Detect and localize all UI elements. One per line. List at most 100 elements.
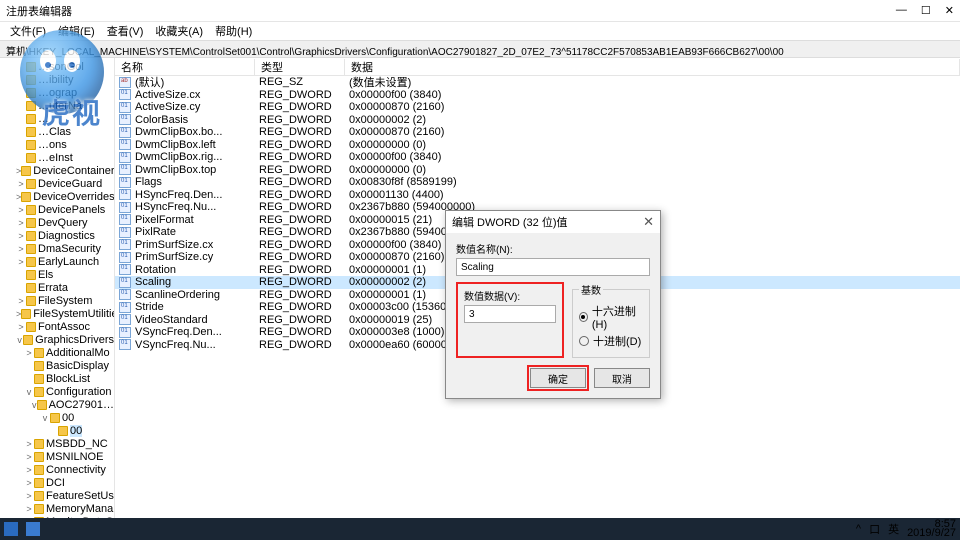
tree-item[interactable]: …uterNa (0, 99, 114, 112)
tree-item[interactable]: >DCI (0, 476, 114, 489)
tray-clock[interactable]: 8:57 2019/9/27 (907, 520, 956, 538)
tree-item[interactable]: >DeviceGuard (0, 177, 114, 190)
value-row[interactable]: DwmClipBox.rig...REG_DWORD0x00000f00 (38… (115, 151, 960, 164)
tree-item[interactable]: >DevicePanels (0, 203, 114, 216)
tree-item[interactable]: >DmaSecurity (0, 242, 114, 255)
tree-item[interactable]: …ibility (0, 73, 114, 86)
value-row[interactable]: ActiveSize.cxREG_DWORD0x00000f00 (3840) (115, 89, 960, 102)
tree-label: Diagnostics (38, 230, 95, 242)
tree-label: …uterNa (38, 100, 82, 112)
menu-file[interactable]: 文件(F) (6, 23, 50, 39)
tree-item[interactable]: >MSNILNOE (0, 450, 114, 463)
close-button[interactable]: ✕ (945, 4, 954, 17)
tree-item[interactable]: BlockList (0, 372, 114, 385)
tree-item[interactable]: >FeatureSetUs (0, 489, 114, 502)
folder-icon (26, 205, 36, 215)
value-type-icon (119, 102, 131, 113)
menu-edit[interactable]: 编辑(E) (54, 23, 99, 39)
folder-icon (21, 309, 31, 319)
key-tree[interactable]: …sonGol…ibility…ograp…uterNa……Clas…ons…e… (0, 58, 115, 518)
tree-item[interactable]: v00 (0, 411, 114, 424)
taskbar[interactable]: ^ 口 英 8:57 2019/9/27 (0, 518, 960, 540)
value-type-icon (119, 314, 131, 325)
value-type: REG_DWORD (259, 189, 349, 201)
tree-label: Errata (38, 282, 68, 294)
tree-item[interactable]: …Clas (0, 125, 114, 138)
tree-item[interactable]: >FileSystemUtilitie (0, 307, 114, 320)
menu-favorites[interactable]: 收藏夹(A) (151, 23, 207, 39)
start-button[interactable] (4, 522, 18, 536)
tree-item[interactable]: >MemoryMana (0, 502, 114, 515)
folder-icon (34, 504, 44, 514)
ok-button[interactable]: 确定 (530, 368, 586, 388)
tree-item[interactable]: Errata (0, 281, 114, 294)
tree-label: Els (38, 269, 53, 281)
tree-item[interactable]: >FontAssoc (0, 320, 114, 333)
tree-item[interactable]: >DevQuery (0, 216, 114, 229)
tree-item[interactable]: >DeviceOverrides (0, 190, 114, 203)
tray-notif-icon[interactable]: 口 (869, 521, 880, 537)
value-type-icon (119, 89, 131, 100)
dialog-close-icon[interactable]: ✕ (643, 214, 654, 230)
address-bar[interactable]: 算机\HKEY_LOCAL_MACHINE\SYSTEM\ControlSet0… (0, 40, 960, 58)
value-row[interactable]: (默认)REG_SZ(数值未设置) (115, 76, 960, 89)
value-data-field[interactable] (464, 305, 556, 323)
col-name[interactable]: 名称 (115, 59, 255, 75)
tree-twisty-icon: > (16, 218, 26, 228)
tree-item[interactable]: >DeviceContainer (0, 164, 114, 177)
value-row[interactable]: FlagsREG_DWORD0x00830f8f (8589199) (115, 176, 960, 189)
tree-item[interactable]: >EarlyLaunch (0, 255, 114, 268)
value-row[interactable]: ActiveSize.cyREG_DWORD0x00000870 (2160) (115, 101, 960, 114)
tree-item[interactable]: … (0, 112, 114, 125)
tree-label: EarlyLaunch (38, 256, 99, 268)
value-name: HSyncFreq.Den... (135, 189, 259, 201)
tree-item[interactable]: …ograp (0, 86, 114, 99)
maximize-button[interactable]: ☐ (921, 4, 931, 17)
tree-item[interactable]: vAOC27901… (0, 398, 114, 411)
value-list[interactable]: 名称 类型 数据 (默认)REG_SZ(数值未设置)ActiveSize.cxR… (115, 58, 960, 518)
tree-label: …ons (38, 139, 67, 151)
value-name: Stride (135, 301, 259, 313)
dialog-titlebar[interactable]: 编辑 DWORD (32 位)值 ✕ (446, 211, 660, 233)
tree-item[interactable]: …eInst (0, 151, 114, 164)
tree-item[interactable]: >Diagnostics (0, 229, 114, 242)
tree-item[interactable]: 00 (0, 424, 114, 437)
value-row[interactable]: DwmClipBox.topREG_DWORD0x00000000 (0) (115, 164, 960, 177)
folder-icon (34, 387, 44, 397)
tree-item[interactable]: >FileSystem (0, 294, 114, 307)
tree-item[interactable]: >MSBDD_NC (0, 437, 114, 450)
radio-hex[interactable]: 十六进制(H) (579, 303, 643, 331)
value-row[interactable]: HSyncFreq.Den...REG_DWORD0x00001130 (440… (115, 189, 960, 202)
col-data[interactable]: 数据 (345, 59, 960, 75)
tree-item[interactable]: >AdditionalMo (0, 346, 114, 359)
taskbar-app-icon[interactable] (26, 522, 40, 536)
tree-item[interactable]: vConfiguration (0, 385, 114, 398)
tree-item[interactable]: …sonGol (0, 60, 114, 73)
tree-item[interactable]: vGraphicsDrivers (0, 333, 114, 346)
window-titlebar: 注册表编辑器 — ☐ ✕ (0, 0, 960, 22)
tray-ime[interactable]: 英 (888, 521, 899, 537)
value-row[interactable]: ColorBasisREG_DWORD0x00000002 (2) (115, 114, 960, 127)
value-row[interactable]: DwmClipBox.bo...REG_DWORD0x00000870 (216… (115, 126, 960, 139)
tree-item[interactable]: >Connectivity (0, 463, 114, 476)
col-type[interactable]: 类型 (255, 59, 345, 75)
value-data: 0x00830f8f (8589199) (349, 176, 960, 188)
tree-item[interactable]: …ons (0, 138, 114, 151)
folder-icon (21, 192, 31, 202)
menu-help[interactable]: 帮助(H) (211, 23, 256, 39)
value-name: DwmClipBox.left (135, 139, 259, 151)
radio-hex-icon (579, 312, 588, 322)
tray-caret-icon[interactable]: ^ (856, 523, 861, 535)
tree-item[interactable]: BasicDisplay (0, 359, 114, 372)
value-type: REG_DWORD (259, 264, 349, 276)
base-legend: 基数 (579, 282, 603, 297)
radio-dec[interactable]: 十进制(D) (579, 333, 643, 349)
tree-item[interactable]: Els (0, 268, 114, 281)
minimize-button[interactable]: — (896, 4, 907, 17)
value-row[interactable]: DwmClipBox.leftREG_DWORD0x00000000 (0) (115, 139, 960, 152)
menu-view[interactable]: 查看(V) (103, 23, 148, 39)
folder-icon (26, 322, 36, 332)
cancel-button[interactable]: 取消 (594, 368, 650, 388)
folder-icon (34, 348, 44, 358)
value-type: REG_DWORD (259, 201, 349, 213)
